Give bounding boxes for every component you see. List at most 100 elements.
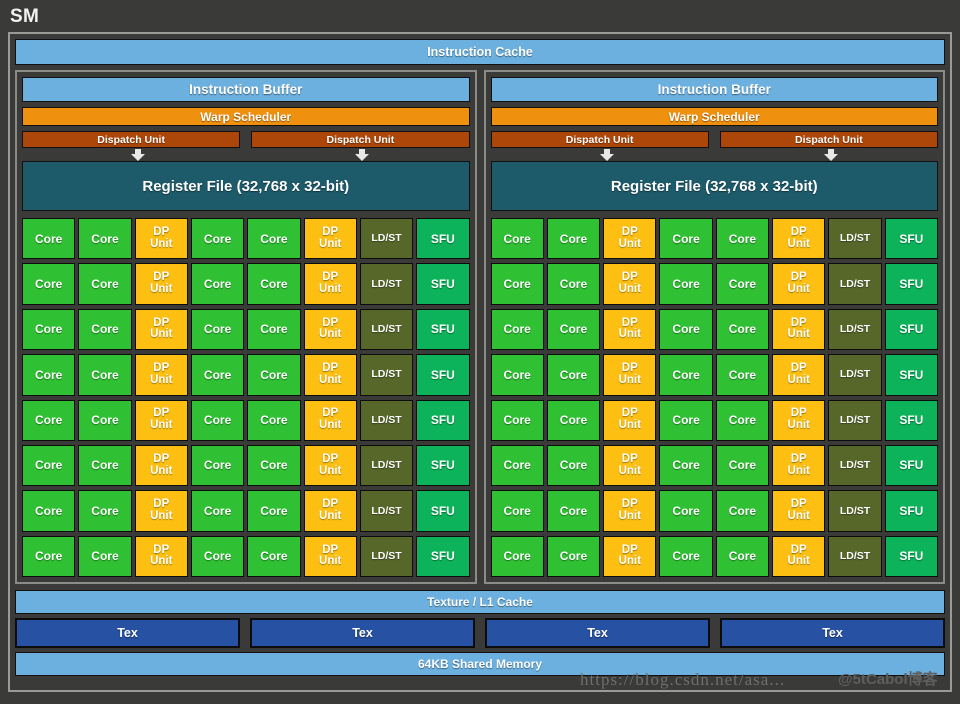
dp-unit: DP Unit [134,399,188,441]
dispatch-unit-row-1: Dispatch Unit Dispatch Unit [490,131,938,148]
dp-unit: DP Unit [603,308,657,351]
dp-unit: DP Unit [603,263,657,305]
dp-unit: DP Unit [134,354,188,396]
dispatch-unit-1-1: Dispatch Unit [719,131,938,148]
execution-unit-grid-1: Core Core DP Unit Core Core DP Unit LD/ST SFU Core… [490,218,938,577]
core-unit: Core [247,308,301,351]
core-unit: Core [247,218,301,260]
page-title: SM [10,6,40,27]
dispatch-unit-1-0: Dispatch Unit [490,131,709,148]
dp-unit: DP Unit [134,308,188,351]
dp-unit: DP Unit [303,399,357,441]
core-unit: Core [22,444,76,487]
core-unit: Core [715,308,770,351]
ldst-unit: LD/ST [828,535,882,577]
core-unit: Core [490,444,544,487]
ldst-unit: LD/ST [359,399,414,441]
core-unit: Core [490,263,544,305]
ldst-unit: LD/ST [359,490,414,532]
sfu-unit: SFU [884,263,938,305]
core-unit: Core [78,308,132,351]
core-unit: Core [247,354,301,396]
dp-unit: DP Unit [772,218,826,260]
core-unit: Core [247,490,301,532]
core-unit: Core [546,535,601,577]
core-unit: Core [78,490,132,532]
ldst-unit: LD/ST [828,490,882,532]
core-unit: Core [715,444,770,487]
core-unit: Core [190,444,245,487]
sfu-unit: SFU [884,354,938,396]
processing-block-1: Instruction Buffer Warp Scheduler Dispat… [483,70,945,584]
core-unit: Core [546,308,601,351]
ldst-unit: LD/ST [359,263,414,305]
dp-unit: DP Unit [134,444,188,487]
sfu-unit: SFU [884,399,938,441]
core-unit: Core [78,218,132,260]
core-unit: Core [546,218,601,260]
ldst-unit: LD/ST [828,263,882,305]
core-unit: Core [715,399,770,441]
dp-unit: DP Unit [603,535,657,577]
down-arrow-icon [823,149,839,161]
core-unit: Core [22,308,76,351]
core-unit: Core [546,490,601,532]
instruction-cache-block: Instruction Cache [15,39,945,65]
sfu-unit: SFU [416,399,470,441]
core-unit: Core [78,263,132,305]
core-unit: Core [247,399,301,441]
sm-inner-stack: Instruction Cache Instruction Buffer War… [15,39,945,685]
down-arrow-icon [130,149,146,161]
core-unit: Core [659,399,713,441]
dp-unit: DP Unit [303,263,357,305]
core-unit: Core [490,535,544,577]
dp-unit: DP Unit [303,354,357,396]
dp-unit: DP Unit [772,535,826,577]
core-unit: Core [659,263,713,305]
core-unit: Core [190,354,245,396]
ldst-unit: LD/ST [828,399,882,441]
core-unit: Core [546,354,601,396]
instruction-buffer-1: Instruction Buffer [490,77,938,102]
sfu-unit: SFU [416,308,470,351]
core-unit: Core [490,218,544,260]
core-unit: Core [490,308,544,351]
dp-unit: DP Unit [772,490,826,532]
dp-unit: DP Unit [603,490,657,532]
dp-unit: DP Unit [303,535,357,577]
sfu-unit: SFU [884,308,938,351]
core-unit: Core [190,263,245,305]
down-arrow-icon [354,149,370,161]
sfu-unit: SFU [416,535,470,577]
dp-unit: DP Unit [134,490,188,532]
dispatch-unit-0-0: Dispatch Unit [22,131,241,148]
tex-unit-3: Tex [720,618,945,648]
core-unit: Core [715,218,770,260]
core-unit: Core [190,490,245,532]
sm-outer-frame: Instruction Cache Instruction Buffer War… [8,32,952,692]
dp-unit: DP Unit [134,218,188,260]
dp-unit: DP Unit [603,354,657,396]
ldst-unit: LD/ST [359,535,414,577]
core-unit: Core [22,399,76,441]
core-unit: Core [659,354,713,396]
dp-unit: DP Unit [772,263,826,305]
core-unit: Core [715,263,770,305]
ldst-unit: LD/ST [828,354,882,396]
core-unit: Core [22,490,76,532]
core-unit: Core [546,263,601,305]
core-unit: Core [715,354,770,396]
dp-unit: DP Unit [303,444,357,487]
warp-scheduler-0: Warp Scheduler [22,107,470,126]
ldst-unit: LD/ST [828,218,882,260]
core-unit: Core [190,218,245,260]
dp-unit: DP Unit [772,444,826,487]
processing-block-0: Instruction Buffer Warp Scheduler Dispat… [15,70,477,584]
execution-unit-grid-0: Core Core DP Unit Core Core DP Unit LD/ST SFU Core… [22,218,470,577]
core-unit: Core [715,490,770,532]
processing-block-container: Instruction Buffer Warp Scheduler Dispat… [15,70,945,584]
dispatch-unit-0-1: Dispatch Unit [251,131,470,148]
sfu-unit: SFU [884,218,938,260]
core-unit: Core [490,399,544,441]
core-unit: Core [78,399,132,441]
